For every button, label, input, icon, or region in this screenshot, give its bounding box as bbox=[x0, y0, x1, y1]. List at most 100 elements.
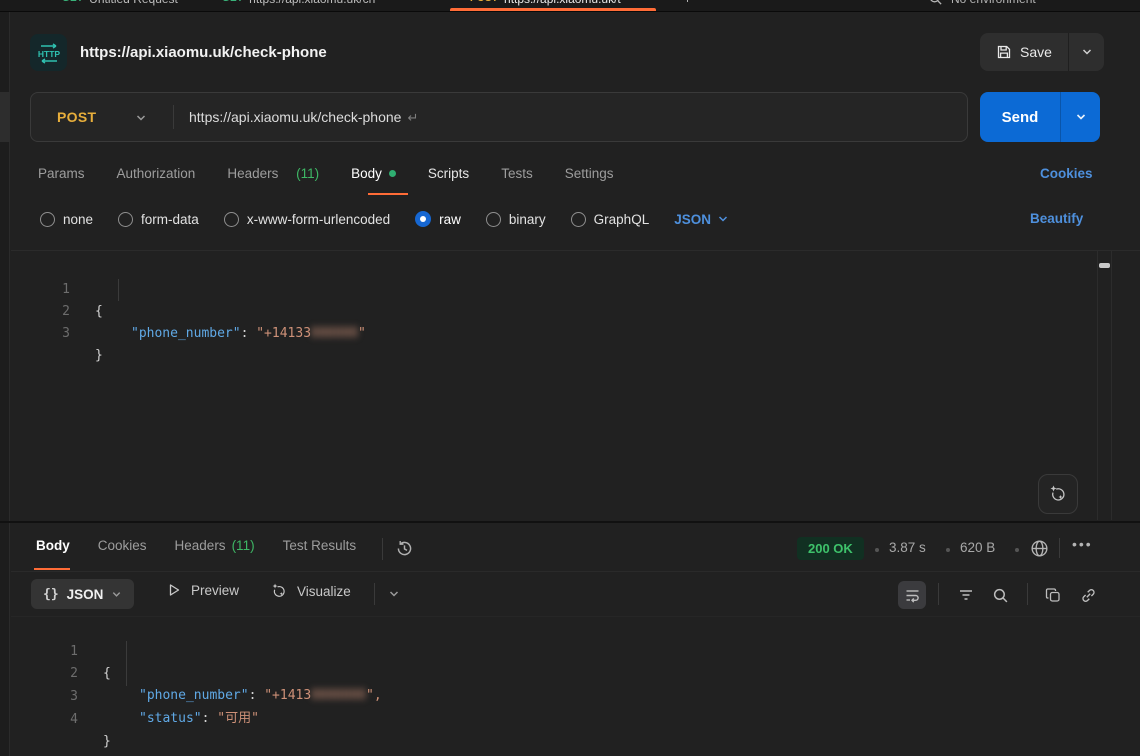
body-type-binary[interactable]: binary bbox=[486, 212, 546, 227]
link-icon bbox=[1080, 587, 1097, 604]
response-tab-headers[interactable]: Headers(11) bbox=[175, 538, 255, 553]
body-type-raw[interactable]: raw bbox=[415, 211, 461, 227]
beautify-link[interactable]: Beautify bbox=[1030, 211, 1083, 226]
divider bbox=[1027, 583, 1028, 605]
code-line: 2 "phone_number": "+14138888888", bbox=[11, 641, 1140, 663]
tab-label: Untitled Request bbox=[89, 0, 178, 6]
method-badge: GET bbox=[222, 0, 243, 4]
request-tab-1[interactable]: GET Untitled Request bbox=[62, 0, 178, 12]
network-globe-icon[interactable] bbox=[1029, 538, 1050, 559]
divider bbox=[1059, 538, 1060, 558]
response-size[interactable]: 620 B bbox=[960, 540, 995, 555]
url-divider bbox=[173, 105, 174, 129]
request-body-editor[interactable]: 1 { 2 "phone_number": "+14133888888" 3 } bbox=[11, 250, 1140, 521]
filter-button[interactable] bbox=[952, 581, 980, 609]
pane-splitter[interactable] bbox=[0, 521, 1140, 523]
chevron-down-icon bbox=[388, 588, 400, 600]
response-body-editor[interactable]: 1 { 2 "phone_number": "+14138888888", 3 … bbox=[11, 619, 1140, 756]
method-selector[interactable]: POST bbox=[57, 109, 96, 125]
postbot-button[interactable] bbox=[1038, 474, 1078, 514]
postbot-sparkle-icon bbox=[1048, 484, 1068, 504]
tab-body[interactable]: Body bbox=[351, 166, 396, 181]
return-glyph: ↵ bbox=[407, 110, 418, 125]
wrap-text-button[interactable] bbox=[898, 581, 926, 609]
collapsed-sidebar-rail[interactable] bbox=[0, 12, 10, 756]
http-request-icon: HTTP bbox=[30, 34, 67, 71]
response-format-dropdown[interactable]: {} JSON bbox=[31, 579, 134, 609]
status-badge[interactable]: 200 OK bbox=[797, 537, 864, 560]
url-input[interactable]: https://api.xiaomu.uk/check-phone↵ bbox=[189, 109, 418, 126]
response-tab-body[interactable]: Body bbox=[36, 538, 70, 553]
copy-link-button[interactable] bbox=[1074, 581, 1102, 609]
divider bbox=[938, 583, 939, 605]
preview-button[interactable]: Preview bbox=[166, 582, 239, 598]
body-type-none[interactable]: none bbox=[40, 212, 93, 227]
body-type-graphql[interactable]: GraphQL bbox=[571, 212, 650, 227]
tab-tests[interactable]: Tests bbox=[501, 166, 533, 181]
search-response-button[interactable] bbox=[986, 581, 1014, 609]
raw-format-select[interactable]: JSON bbox=[674, 212, 729, 227]
response-history-icon[interactable] bbox=[394, 538, 415, 559]
divider bbox=[382, 538, 383, 560]
divider bbox=[374, 583, 375, 605]
environment-label: No environment bbox=[951, 0, 1036, 6]
active-tab-underline bbox=[450, 8, 656, 11]
visualize-options-caret[interactable] bbox=[388, 588, 400, 600]
chevron-down-icon bbox=[1081, 46, 1093, 58]
save-options-caret[interactable] bbox=[1068, 33, 1104, 71]
tab-authorization[interactable]: Authorization bbox=[117, 166, 196, 181]
tab-headers[interactable]: Headers (11) bbox=[227, 166, 319, 181]
tab-label: https://api.xiaomu.uk/t bbox=[504, 0, 621, 6]
api-client-window: GET Untitled Request GET https://api.xia… bbox=[0, 0, 1140, 756]
active-request-tab-underline bbox=[368, 193, 408, 195]
response-editor-border bbox=[11, 616, 1140, 617]
more-options-icon[interactable]: ••• bbox=[1072, 536, 1093, 552]
tab-scripts[interactable]: Scripts bbox=[428, 166, 469, 181]
tab-params[interactable]: Params bbox=[38, 166, 85, 181]
send-button[interactable]: Send bbox=[980, 92, 1060, 142]
svg-text:HTTP: HTTP bbox=[37, 49, 60, 59]
floppy-save-icon bbox=[996, 44, 1012, 60]
active-response-tab-underline bbox=[34, 568, 70, 570]
code-line: 1 { bbox=[11, 257, 1140, 279]
wrap-text-icon bbox=[904, 587, 921, 604]
url-bar: POST https://api.xiaomu.uk/check-phone↵ bbox=[30, 92, 968, 142]
response-tab-test-results[interactable]: Test Results bbox=[283, 538, 357, 553]
tab-settings[interactable]: Settings bbox=[565, 166, 614, 181]
copy-response-button[interactable] bbox=[1039, 581, 1067, 609]
save-button[interactable]: Save bbox=[980, 33, 1068, 71]
radio-icon bbox=[571, 212, 586, 227]
chevron-down-icon bbox=[717, 213, 729, 225]
body-type-form-data[interactable]: form-data bbox=[118, 212, 199, 227]
search-icon bbox=[928, 0, 943, 6]
copy-icon bbox=[1045, 587, 1062, 604]
send-options-caret[interactable] bbox=[1060, 92, 1100, 142]
response-headers-count: (11) bbox=[232, 538, 255, 553]
method-badge: POST bbox=[470, 0, 498, 4]
dot-separator bbox=[875, 548, 879, 552]
visualize-button[interactable]: Visualize bbox=[270, 582, 351, 600]
method-badge: GET bbox=[62, 0, 83, 4]
dot-separator bbox=[1015, 548, 1019, 552]
sparkle-icon bbox=[270, 582, 288, 600]
sidebar-rail-thumb bbox=[0, 92, 10, 142]
code-line: 4 } bbox=[11, 687, 1140, 709]
filter-lines-icon bbox=[958, 587, 974, 603]
cookies-link[interactable]: Cookies bbox=[1040, 166, 1093, 181]
response-tab-cookies[interactable]: Cookies bbox=[98, 538, 147, 553]
body-type-urlencoded[interactable]: x-www-form-urlencoded bbox=[224, 212, 390, 227]
response-time[interactable]: 3.87 s bbox=[889, 540, 926, 555]
environment-selector[interactable]: No environment bbox=[928, 0, 1036, 12]
play-icon bbox=[166, 582, 182, 598]
chevron-down-icon bbox=[135, 112, 147, 124]
request-tab-2[interactable]: GET https://api.xiaomu.uk/ch bbox=[222, 0, 375, 12]
radio-selected-icon bbox=[415, 211, 431, 227]
body-type-row: none form-data x-www-form-urlencoded raw… bbox=[40, 211, 729, 227]
radio-icon bbox=[486, 212, 501, 227]
response-tabs-border bbox=[11, 571, 1140, 572]
search-icon bbox=[992, 587, 1009, 604]
editor-scrollbar-thumb[interactable] bbox=[1099, 263, 1110, 268]
new-tab-button[interactable]: + bbox=[684, 0, 691, 12]
request-title: https://api.xiaomu.uk/check-phone bbox=[80, 44, 327, 61]
method-caret[interactable] bbox=[135, 112, 147, 124]
